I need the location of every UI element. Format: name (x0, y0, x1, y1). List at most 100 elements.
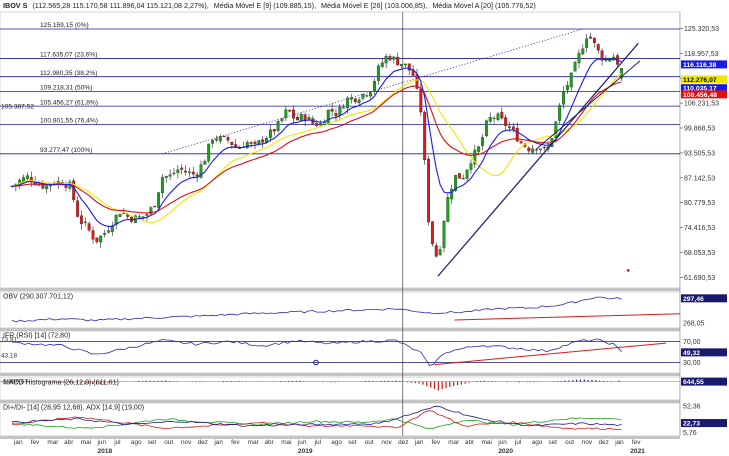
candle-body (299, 113, 303, 121)
candle-body (218, 136, 222, 142)
month-label: abr (465, 439, 475, 446)
price-tag-label: 108.456,48 (683, 92, 717, 99)
candle-body (22, 177, 26, 182)
year-label: 2019 (298, 448, 313, 455)
month-label: set (148, 439, 157, 446)
month-label: dez (599, 439, 609, 446)
candle-body (353, 98, 357, 103)
month-label: out (565, 439, 574, 446)
month-label: jan (13, 439, 23, 446)
candle-body (334, 112, 338, 117)
candle-body (25, 175, 29, 179)
month-label: jul (113, 439, 120, 446)
candle-body (141, 216, 145, 218)
candle-body (168, 174, 172, 177)
year-label: 2021 (630, 448, 645, 455)
fib-label: 105.456,27 (61,8%) (40, 99, 98, 106)
candle-body (465, 169, 469, 179)
candle-body (469, 163, 473, 170)
rsi-tick-70: 70,00 (683, 339, 701, 346)
price-tick-label: 61.690,53 (684, 275, 715, 282)
price-tick-label: 68.053,53 (684, 250, 715, 257)
candle-body (261, 139, 265, 143)
candle-body (79, 215, 83, 225)
candle-body (388, 56, 392, 61)
candle-body (203, 161, 207, 165)
candle-body (238, 147, 242, 149)
candle-body (303, 114, 307, 121)
obv-tag-label: 297,46 (683, 296, 704, 303)
candle-body (365, 95, 369, 97)
price-tag-label: 116.116,38 (683, 62, 716, 69)
month-label: mar (47, 439, 59, 446)
candle-body (295, 116, 299, 121)
candle-body (585, 38, 589, 48)
macd-tag-label: 644,55 (683, 379, 704, 386)
month-label: jul (514, 439, 521, 446)
month-label: out (365, 439, 374, 446)
candle-body (284, 109, 288, 118)
month-label: fev (632, 439, 641, 446)
candle-body (268, 129, 272, 138)
fib-label: 112.980,35 (38,2%) (40, 70, 97, 77)
candle-body (535, 149, 538, 151)
candle-body (180, 167, 184, 170)
month-label: jun (97, 439, 107, 446)
candle-body (253, 141, 257, 144)
month-label: mar (448, 439, 460, 446)
candle-body (99, 235, 103, 243)
price-tick-label: 74.416,53 (684, 225, 715, 232)
candle-body (64, 185, 68, 188)
candle-body (153, 206, 157, 208)
candle-body (504, 117, 508, 127)
candle-body (511, 126, 515, 130)
candle-body (581, 48, 585, 55)
candle-body (427, 158, 430, 223)
rsi-panel-title: IFR (RSI) [14] (72,80) (3, 333, 70, 340)
candle-body (419, 88, 423, 113)
month-label: jun (497, 439, 507, 446)
ohlc-readout: (112.565,28 115.170,58 111.896,04 115.12… (32, 1, 208, 10)
price-tick-label: 118.957,53 (684, 51, 719, 58)
candle-body (477, 146, 481, 152)
candle-body (280, 118, 284, 122)
obv-tick-label: 268,05 (683, 320, 705, 327)
year-label: 2020 (498, 448, 513, 455)
month-label: mar (248, 439, 260, 446)
candle-body (519, 141, 523, 144)
panel-divider-price (0, 288, 729, 291)
ema26-readout: Média Móvel E [26] (103.006,85), (321, 1, 427, 10)
candle-body (392, 56, 396, 60)
candle-body (400, 64, 403, 67)
panel-divider-macd (0, 400, 729, 403)
candle-body (157, 192, 161, 208)
candle-body (187, 171, 191, 173)
candle-body (172, 172, 176, 174)
candle-body (461, 178, 465, 180)
panel-rsi (0, 330, 681, 374)
candle-body (373, 81, 376, 92)
candle-body (430, 221, 434, 245)
fib-left-label: 105.387,52 (1, 104, 34, 111)
month-label: jan (614, 439, 624, 446)
candle-body (257, 140, 261, 145)
candle-body (396, 56, 400, 66)
candle-body (106, 230, 110, 233)
price-tick-label: 80.779,53 (684, 200, 715, 207)
obv-panel-title: OBV (290.307.701,12) (3, 294, 73, 301)
dmi-tick-bottom: 5,76 (683, 430, 697, 437)
candle-body (442, 221, 446, 249)
fib-label: 109.218,31 (50%) (40, 85, 92, 92)
candle-body (349, 97, 353, 100)
marker-dot (626, 268, 630, 272)
rsi-tick-30: 30,00 (683, 360, 701, 367)
candle-body (384, 56, 388, 64)
candle-body (457, 173, 461, 179)
chart-header: IBOV S (112.565,28 115.170,58 111.896,04… (3, 1, 536, 10)
month-label: jan (414, 439, 424, 446)
candle-body (226, 137, 230, 141)
candle-body (207, 143, 211, 162)
candle-body (565, 85, 569, 91)
panel-divider-obv (0, 328, 729, 331)
candle-body (83, 221, 87, 223)
